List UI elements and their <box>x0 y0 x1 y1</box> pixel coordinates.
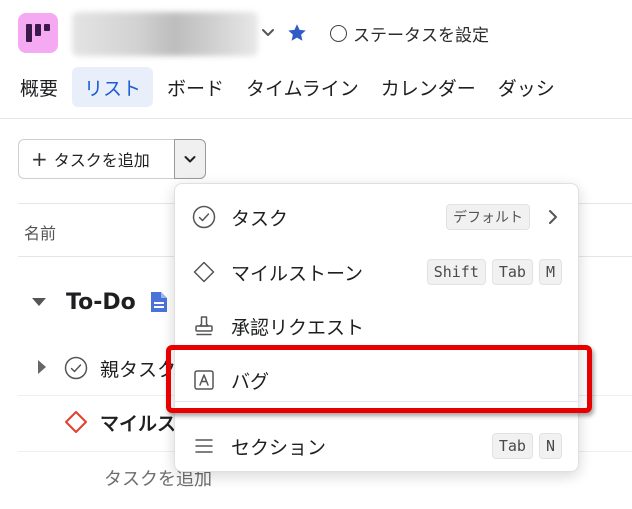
menu-item-label: セクション <box>231 436 327 459</box>
star-icon[interactable] <box>286 22 308 44</box>
menu-item-label: 承認リクエスト <box>231 316 365 339</box>
milestone-diamond-icon[interactable] <box>64 410 88 434</box>
add-task-button[interactable]: + タスクを追加 <box>18 139 174 179</box>
shortcut-key: Tab <box>491 259 533 285</box>
tab-board[interactable]: ボード <box>167 67 224 107</box>
tab-timeline[interactable]: タイムライン <box>246 67 359 107</box>
add-task-type-menu: タスク デフォルト マイルストーン Shift Tab M 承認リクエスト バグ… <box>174 183 580 473</box>
chevron-down-icon <box>184 156 196 163</box>
stamp-icon <box>191 313 217 339</box>
project-icon[interactable] <box>18 13 58 53</box>
section-title[interactable]: To-Do <box>66 290 136 315</box>
shortcut-key: Shift <box>426 259 486 285</box>
tab-dashboard[interactable]: ダッシ <box>498 67 555 107</box>
check-circle-icon[interactable] <box>64 356 88 380</box>
menu-item-section[interactable]: セクション Tab N <box>175 419 580 473</box>
menu-divider <box>175 401 580 402</box>
tab-overview[interactable]: 概要 <box>20 67 58 107</box>
diamond-icon <box>191 259 217 285</box>
menu-item-approval[interactable]: 承認リクエスト <box>175 299 580 353</box>
menu-item-bug[interactable]: バグ <box>175 353 580 407</box>
menu-item-milestone[interactable]: マイルストーン Shift Tab M <box>175 245 580 299</box>
expand-subtasks-icon[interactable] <box>38 360 46 374</box>
add-task-label: タスクを追加 <box>53 151 150 170</box>
column-header-name[interactable]: 名前 <box>24 220 56 244</box>
board-icon <box>26 24 50 42</box>
shortcut-key: M <box>538 259 562 285</box>
set-status-label: ステータスを設定 <box>353 25 489 46</box>
project-tabs: 概要 リスト ボード タイムライン カレンダー ダッシ <box>20 66 577 108</box>
status-circle-icon <box>330 24 347 42</box>
default-badge: デフォルト <box>446 204 530 230</box>
bug-form-icon <box>191 367 217 393</box>
menu-item-label: バグ <box>231 370 270 393</box>
project-name-blurred[interactable] <box>72 12 258 56</box>
menu-item-task[interactable]: タスク デフォルト <box>175 190 580 244</box>
task-name[interactable]: 親タスク <box>100 355 176 382</box>
milestone-name[interactable]: マイルス <box>100 409 176 436</box>
section-collapse-icon[interactable] <box>32 298 46 306</box>
menu-item-label: マイルストーン <box>231 262 364 285</box>
chevron-right-icon[interactable] <box>544 208 562 226</box>
menu-item-label: タスク <box>231 207 289 230</box>
tab-calendar[interactable]: カレンダー <box>381 67 476 107</box>
document-icon[interactable] <box>149 290 169 314</box>
set-status-button[interactable]: ステータスを設定 <box>330 20 489 46</box>
check-circle-icon <box>191 204 217 230</box>
shortcut-key: Tab <box>491 433 533 459</box>
plus-icon: + <box>31 147 48 171</box>
tab-list[interactable]: リスト <box>72 67 154 107</box>
add-task-dropdown-button[interactable] <box>174 139 206 179</box>
section-lines-icon <box>191 433 217 459</box>
shortcut-key: N <box>538 433 562 459</box>
header-divider <box>0 118 632 119</box>
chevron-down-icon[interactable] <box>260 24 276 40</box>
